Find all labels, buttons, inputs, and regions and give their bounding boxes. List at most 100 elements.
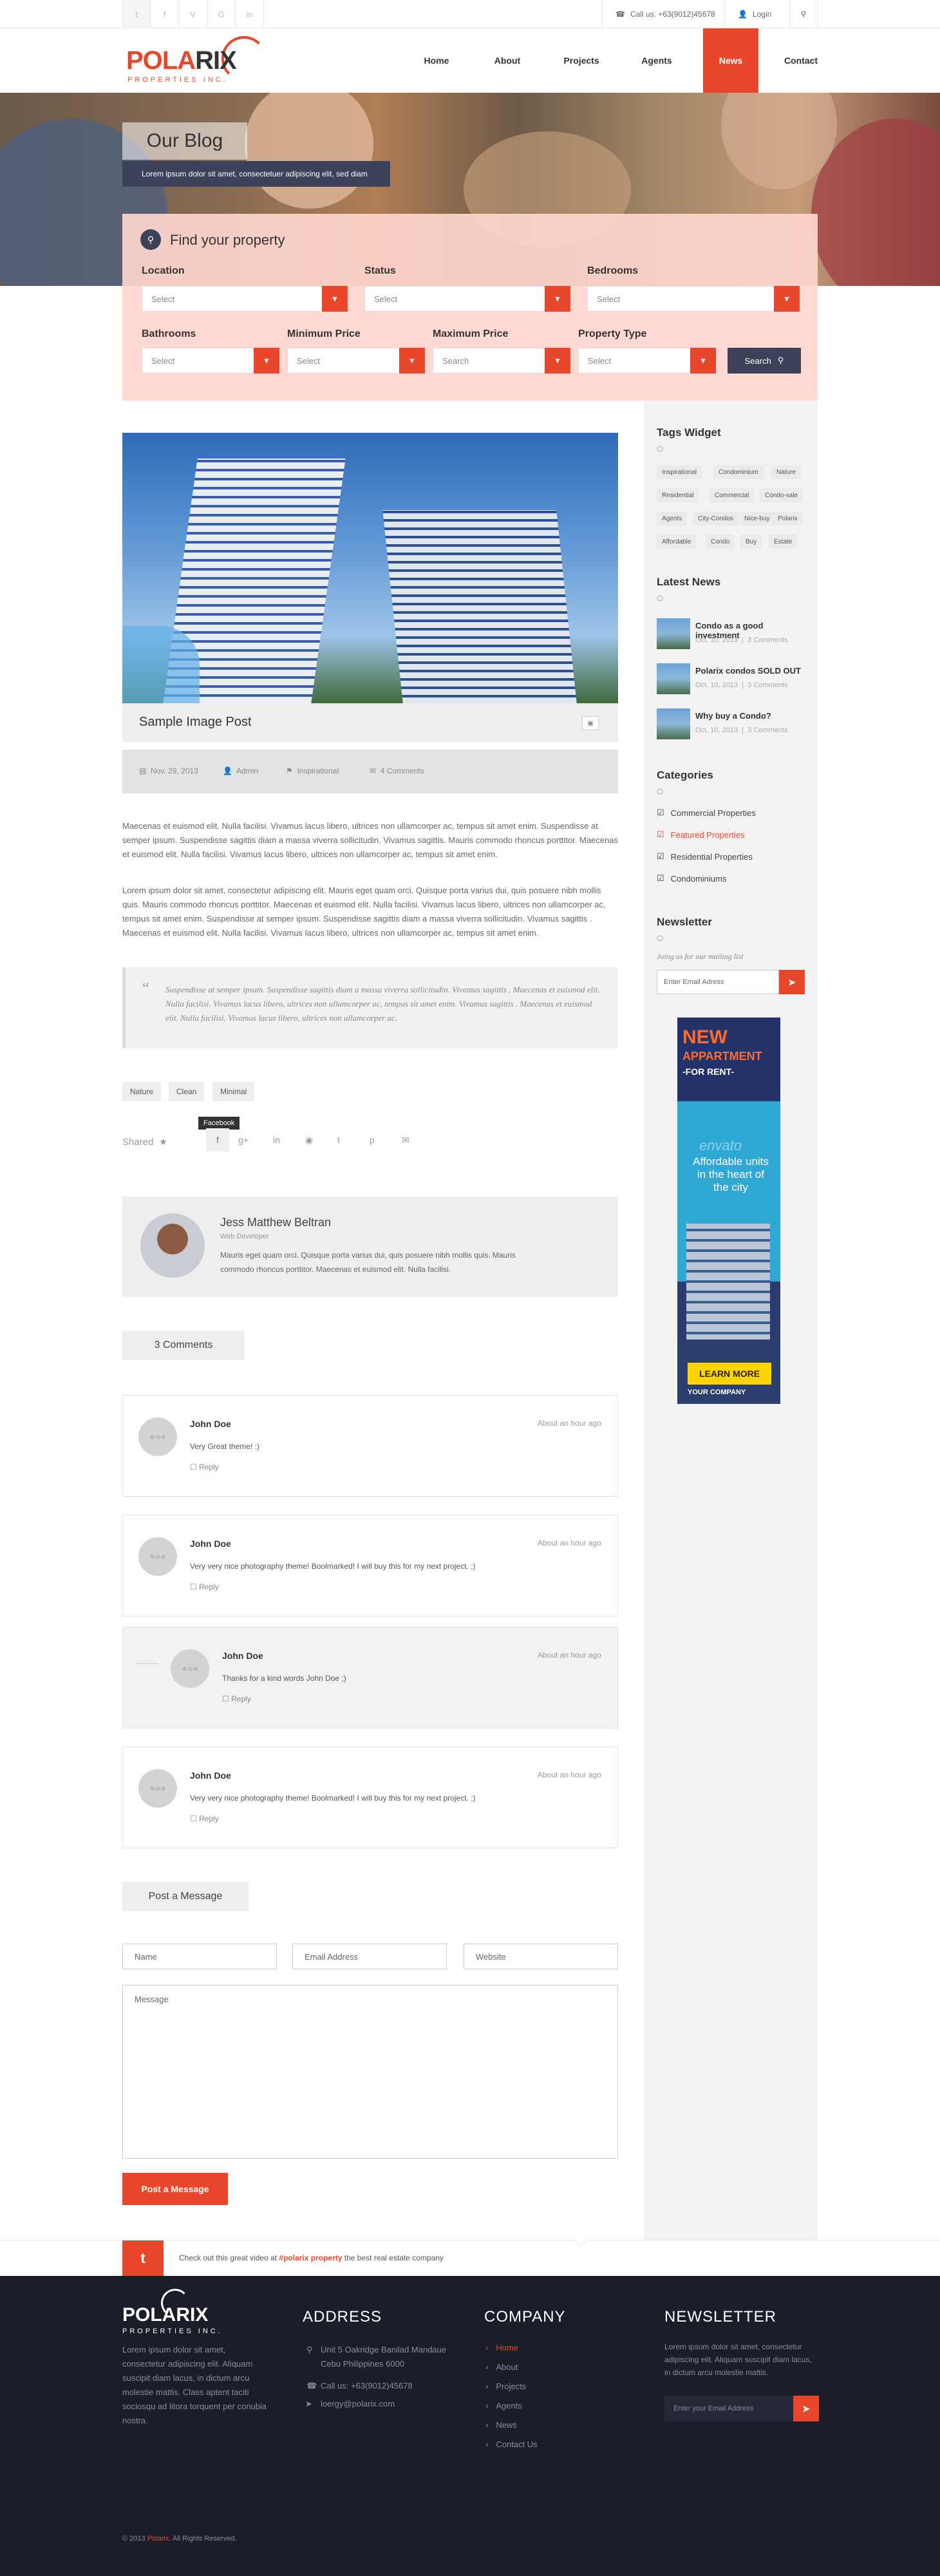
reddit-share-icon[interactable]: ◉ [305,1135,313,1146]
linkedin-icon[interactable]: in [236,0,264,28]
property-type-select[interactable]: Select ▼ [578,348,716,374]
post-category[interactable]: ⚑ Inspirational [286,766,339,775]
google-plus-icon[interactable]: G [207,0,236,28]
comment-time: About an hour ago [538,1770,601,1779]
footer-link-contact[interactable]: › Contact Us [485,2439,538,2449]
post-tag[interactable]: Nature [122,1082,162,1101]
send-icon[interactable]: ➤ [793,2396,819,2421]
search-icon: ⚲ [777,355,784,365]
widget-tag[interactable]: Condominium [713,465,764,479]
chevron-right-icon: › [485,2439,489,2449]
website-field[interactable]: Website [464,1944,618,1969]
footer-email[interactable]: loergy@polarix.com [321,2397,395,2411]
nav-news[interactable]: News [703,28,758,93]
news-thumbnail[interactable] [657,618,690,649]
email-share-icon[interactable]: ✉ [402,1135,409,1146]
nav-agents[interactable]: Agents [631,28,682,93]
widget-tag[interactable]: Condo [706,535,735,549]
ad-cta-button[interactable]: LEARN MORE [688,1363,771,1385]
search-icon[interactable]: ⚲ [789,0,818,28]
message-textarea[interactable]: Message [122,1985,618,2159]
comment-avatar: a-u-a [171,1649,209,1688]
widget-tag[interactable]: Residential [657,488,699,502]
tweet-text: Check out this great video at #polarix p… [179,2253,444,2262]
post-tag[interactable]: Minimal [212,1082,255,1101]
phone-link[interactable]: ☎ Call us: +63(9012)45678 [602,0,728,28]
ad-banner[interactable]: NEW APPARTMENT -FOR RENT- envato Afforda… [677,1018,780,1404]
widget-tag[interactable]: Affordable [657,535,697,549]
post-tag[interactable]: Clean [169,1082,205,1101]
widget-tag[interactable]: Polarix [773,511,803,526]
news-thumbnail[interactable] [657,663,690,694]
nav-home[interactable]: Home [412,28,461,93]
send-icon[interactable]: ➤ [779,970,805,994]
news-title[interactable]: Why buy a Condo? [695,711,771,721]
nav-projects[interactable]: Projects [554,28,609,93]
post-message-header: Post a Message [122,1882,249,1911]
status-label: Status [364,265,396,276]
news-meta: Oct. 10, 2013 | 3 Comments [695,681,788,689]
logo[interactable]: POLARIX PROPERTIES INC. [126,36,281,90]
category-link[interactable]: ☑ Residential Properties [657,851,753,862]
login-link[interactable]: 👤 Login [724,0,784,28]
widget-tag[interactable]: Nature [771,465,802,479]
google-plus-share-icon[interactable]: g+ [238,1135,249,1145]
widget-tag[interactable]: Nice-buy [739,511,775,526]
widget-tag[interactable]: Estate [769,535,798,549]
nav-about[interactable]: About [483,28,532,93]
facebook-icon[interactable]: f [151,0,179,28]
post-comments-count[interactable]: ✉ 4 Comments [370,766,424,775]
twitter-icon[interactable]: t [122,0,151,28]
map-pin-icon: ⚲ [306,2345,313,2354]
news-title[interactable]: Polarix condos SOLD OUT [695,666,801,676]
newsletter-email-input[interactable]: Enter Email Adress [657,970,779,994]
ad-headline-2: APPARTMENT [682,1050,762,1063]
comment-item: a-u-a John Doe About an hour ago Very ve… [122,1515,618,1616]
tweet-link[interactable]: #polarix property [279,2253,342,2262]
widget-tag[interactable]: Agents [657,511,688,526]
category-link[interactable]: ☑ Commercial Properties [657,808,756,818]
footer-link-projects[interactable]: › Projects [485,2382,526,2391]
bathrooms-select[interactable]: Select ▼ [142,348,279,374]
footer-newsletter-input[interactable]: Enter your Email Address [664,2396,793,2421]
name-field[interactable]: Name [122,1944,277,1969]
property-type-label: Property Type [578,328,647,339]
post-message-button[interactable]: Post a Message [122,2173,228,2205]
reply-link[interactable]: ☐ Reply [190,1814,219,1823]
twitter-icon[interactable]: t [122,2240,164,2277]
vimeo-icon[interactable]: V [179,0,207,28]
phone-icon: ☎ [306,2381,317,2391]
widget-tag[interactable]: Buy [740,535,762,549]
footer-link-home[interactable]: › Home [485,2343,518,2353]
nav-contact[interactable]: Contact [776,28,825,93]
min-price-select[interactable]: Select ▼ [287,348,425,374]
comment-time: About an hour ago [538,1419,601,1428]
status-select[interactable]: Select ▼ [364,286,570,312]
search-button[interactable]: Search ⚲ [728,348,801,374]
post-author[interactable]: 👤 Admin [223,766,258,775]
twitter-share-icon[interactable]: t [337,1135,340,1145]
widget-tag[interactable]: Commercial [710,488,755,502]
widget-tag[interactable]: City-Condos [693,511,739,526]
bedrooms-select[interactable]: Select ▼ [587,286,800,312]
footer-link-news[interactable]: › News [485,2420,517,2430]
category-link[interactable]: ☑ Condominiums [657,873,726,884]
widget-tag[interactable]: Inspirational [657,465,702,479]
linkedin-share-icon[interactable]: in [273,1135,280,1145]
email-field[interactable]: Email Address [292,1944,447,1969]
hero-title: Our Blog [122,122,247,160]
max-price-select[interactable]: Search ▼ [433,348,570,374]
location-select[interactable]: Select ▼ [142,286,348,312]
comment-text: Very Great theme! :) [190,1442,260,1451]
reply-link[interactable]: ☐ Reply [190,1582,219,1591]
news-thumbnail[interactable] [657,708,690,739]
facebook-share-icon[interactable]: f [206,1128,229,1151]
widget-tag[interactable]: Condo-sale [760,488,804,502]
pinterest-share-icon[interactable]: p [370,1135,375,1145]
footer-link-agents[interactable]: › Agents [485,2401,522,2410]
reply-link[interactable]: ☐ Reply [222,1694,251,1703]
footer-link-about[interactable]: › About [485,2362,518,2372]
footer-logo-sub: PROPERTIES INC. [122,2327,223,2335]
category-link[interactable]: ☑ Featured Properties [657,829,745,840]
reply-link[interactable]: ☐ Reply [190,1463,219,1472]
